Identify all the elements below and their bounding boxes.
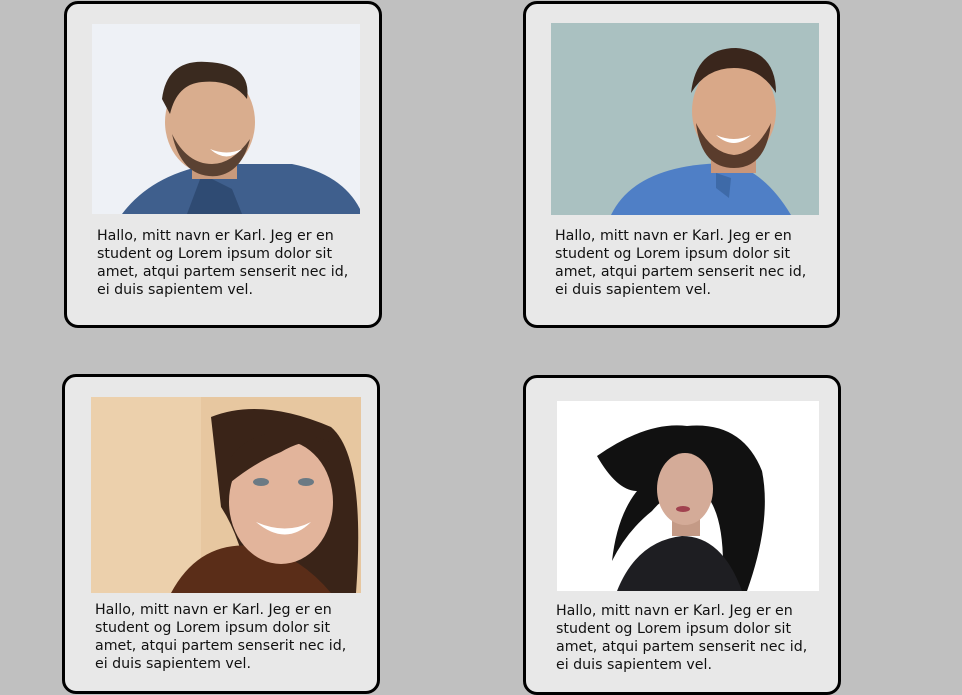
profile-card: Hallo, mitt navn er Karl. Jeg er en stud… [523, 375, 841, 695]
profile-photo [91, 397, 361, 593]
profile-card: Hallo, mitt navn er Karl. Jeg er en stud… [64, 1, 382, 328]
bio-text: Hallo, mitt navn er Karl. Jeg er en stud… [95, 602, 347, 672]
profile-card: Hallo, mitt navn er Karl. Jeg er en stud… [62, 374, 380, 694]
bio-text: Hallo, mitt navn er Karl. Jeg er en stud… [556, 603, 808, 673]
profile-photo [557, 401, 819, 591]
bio-text: Hallo, mitt navn er Karl. Jeg er en stud… [97, 228, 349, 298]
profile-photo [92, 24, 360, 214]
profile-card: Hallo, mitt navn er Karl. Jeg er en stud… [523, 1, 840, 328]
profile-photo [551, 23, 819, 215]
bio-text: Hallo, mitt navn er Karl. Jeg er en stud… [555, 228, 807, 298]
